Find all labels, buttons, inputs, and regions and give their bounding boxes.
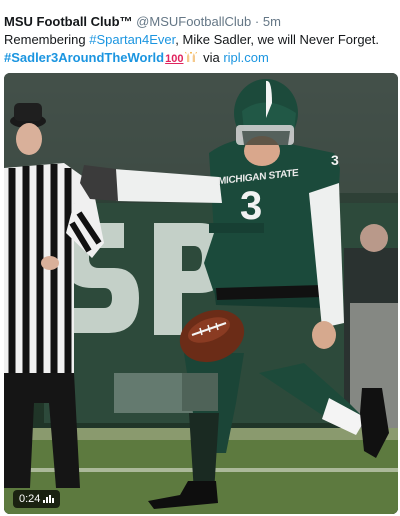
video-player[interactable]: MICHIGAN STATE 3 3 0:24 (4, 73, 398, 514)
volume-bars-icon (43, 495, 55, 503)
video-duration-badge: 0:24 (13, 490, 61, 508)
tweet-timestamp[interactable]: 5m (263, 14, 281, 29)
sleeve-number: 3 (331, 152, 339, 168)
tweet-header: MSU Football Club™ @MSUFootballClub · 5m (4, 13, 281, 30)
via-label: via (199, 50, 224, 65)
tweet-text: Remembering #Spartan4Ever, Mike Sadler, … (4, 31, 396, 67)
via-link[interactable]: ripl.com (223, 50, 269, 65)
separator-dot: · (254, 14, 260, 29)
hashtag-sadler3[interactable]: #Sadler3AroundTheWorld (4, 50, 164, 65)
jersey-number: 3 (240, 184, 263, 228)
text-segment: , Mike Sadler, we will Never Forget. (175, 32, 380, 47)
display-name[interactable]: MSU Football Club™ (4, 14, 133, 29)
video-thumbnail (4, 73, 398, 514)
text-segment: Remembering (4, 32, 90, 47)
hashtag-spartan4ever[interactable]: #Spartan4Ever (89, 32, 175, 47)
hundred-points-icon: 100 (165, 53, 184, 65)
user-handle[interactable]: @MSUFootballClub (136, 14, 251, 29)
tweet-card: MSU Football Club™ @MSUFootballClub · 5m… (0, 0, 400, 516)
raised-hands-icon (185, 51, 198, 62)
video-duration: 0:24 (19, 493, 41, 505)
